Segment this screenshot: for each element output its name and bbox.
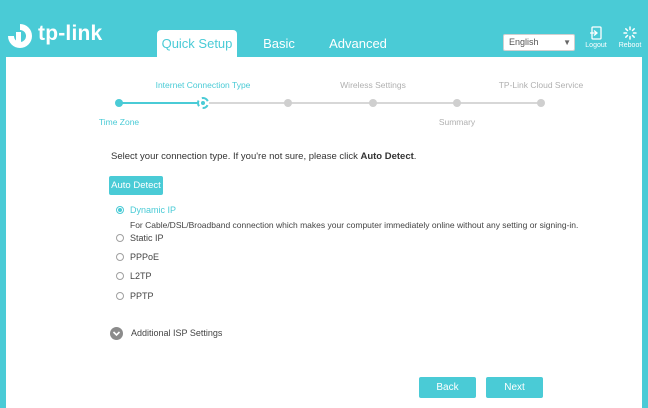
auto-detect-button[interactable]: Auto Detect (109, 176, 163, 195)
step-label-wireless-settings: Wireless Settings (340, 80, 406, 90)
tp-link-logo: tp-link (6, 22, 116, 50)
step-dot-internet-connection-type (197, 97, 209, 109)
logout-label: Logout (585, 42, 607, 49)
radio-pptp[interactable] (116, 292, 124, 300)
radio-static-ip[interactable] (116, 234, 124, 242)
reboot-label: Reboot (618, 42, 642, 49)
reboot-icon (623, 26, 637, 40)
step-label-internet-connection-type: Internet Connection Type (155, 80, 251, 90)
step-dot-time-zone (115, 99, 123, 107)
intro-text: Select your connection type. If you're n… (111, 151, 417, 162)
radio-l2tp[interactable] (116, 272, 124, 280)
additional-isp-label: Additional ISP Settings (131, 328, 223, 338)
tab-quick-setup[interactable]: Quick Setup (157, 30, 237, 57)
logout-button[interactable]: Logout (582, 26, 610, 54)
language-value: English (509, 37, 539, 47)
intro-bold: Auto Detect (360, 151, 414, 162)
main-content: Time Zone Internet Connection Type Wirel… (6, 57, 642, 408)
tab-advanced[interactable]: Advanced (322, 30, 394, 57)
back-button[interactable]: Back (419, 377, 476, 398)
expand-chevron-icon[interactable] (110, 327, 123, 340)
option-label: PPTP (130, 291, 154, 301)
step-dot-3 (284, 99, 292, 107)
option-label: Dynamic IP (130, 205, 177, 215)
option-label: L2TP (130, 271, 152, 281)
option-label: Static IP (130, 233, 164, 243)
step-dot-wireless-settings (369, 99, 377, 107)
radio-pppoe[interactable] (116, 253, 124, 261)
top-header: tp-link Quick Setup Basic Advanced Engli… (0, 0, 648, 57)
option-label: PPPoE (130, 252, 160, 262)
chevron-down-icon: ▼ (563, 38, 571, 47)
reboot-button[interactable]: Reboot (616, 26, 644, 54)
tab-basic[interactable]: Basic (255, 30, 303, 57)
progress-track-done (119, 102, 203, 104)
language-select[interactable]: English ▼ (503, 34, 575, 51)
logout-icon (590, 26, 602, 40)
step-dot-cloud-service (537, 99, 545, 107)
wizard-progress: Time Zone Internet Connection Type Wirel… (6, 57, 642, 137)
dynamic-ip-description: For Cable/DSL/Broadband connection which… (130, 220, 579, 230)
step-label-summary: Summary (438, 117, 476, 127)
step-label-cloud-service: TP-Link Cloud Service (498, 80, 584, 90)
step-label-time-zone: Time Zone (98, 117, 140, 127)
step-dot-summary (453, 99, 461, 107)
next-button[interactable]: Next (486, 377, 543, 398)
radio-dynamic-ip[interactable] (116, 206, 124, 214)
